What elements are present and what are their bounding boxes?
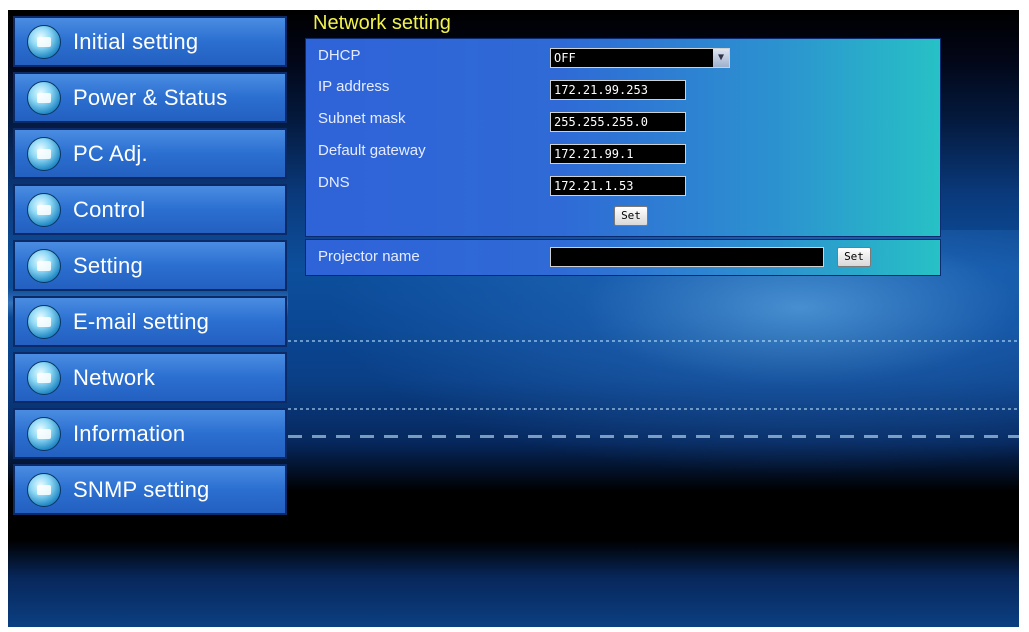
sidebar-item-label: Power & Status bbox=[73, 84, 228, 110]
network-icon bbox=[27, 360, 61, 395]
control-icon bbox=[27, 192, 61, 227]
sidebar-item-power-status[interactable]: Power & Status bbox=[13, 72, 287, 123]
ip-address-label: IP address bbox=[318, 78, 390, 95]
sidebar-item-information[interactable]: Information bbox=[13, 408, 287, 459]
setting-icon bbox=[27, 248, 61, 283]
sidebar-menu: Initial setting Power & Status PC Adj. C… bbox=[13, 16, 287, 520]
sidebar-item-label: E-mail setting bbox=[73, 308, 210, 334]
sidebar-item-snmp-setting[interactable]: SNMP setting bbox=[13, 464, 287, 515]
dhcp-select-value: OFF bbox=[554, 51, 576, 65]
sidebar-item-pc-adj[interactable]: PC Adj. bbox=[13, 128, 287, 179]
set-button[interactable]: Set bbox=[614, 206, 648, 226]
sidebar-item-label: Control bbox=[73, 196, 146, 222]
sidebar-item-initial-setting[interactable]: Initial setting bbox=[13, 16, 287, 67]
dns-field[interactable]: 172.21.1.53 bbox=[550, 176, 686, 196]
information-icon bbox=[27, 416, 61, 451]
email-icon bbox=[27, 304, 61, 339]
dhcp-select[interactable]: OFF ▼ bbox=[550, 48, 730, 68]
sidebar-item-label: SNMP setting bbox=[73, 476, 210, 502]
ip-address-field[interactable]: 172.21.99.253 bbox=[550, 80, 686, 100]
projector-name-field[interactable] bbox=[550, 247, 824, 267]
subnet-mask-label: Subnet mask bbox=[318, 110, 406, 127]
page-title: Network setting bbox=[313, 12, 451, 34]
sidebar-item-label: Information bbox=[73, 420, 186, 446]
dhcp-label: DHCP bbox=[318, 47, 361, 64]
pc-adj-icon bbox=[27, 136, 61, 171]
dns-label: DNS bbox=[318, 174, 350, 191]
background-dot-line bbox=[288, 340, 1019, 342]
sidebar-item-email-setting[interactable]: E-mail setting bbox=[13, 296, 287, 347]
projector-name-set-button[interactable]: Set bbox=[837, 247, 871, 267]
projector-name-panel: Projector name Set bbox=[305, 239, 941, 276]
projector-name-label: Projector name bbox=[318, 248, 420, 265]
chevron-down-icon[interactable]: ▼ bbox=[713, 49, 729, 67]
background-dash-line bbox=[288, 435, 1019, 438]
default-gateway-field[interactable]: 172.21.99.1 bbox=[550, 144, 686, 164]
sidebar-item-control[interactable]: Control bbox=[13, 184, 287, 235]
snmp-icon bbox=[27, 472, 61, 507]
sidebar-item-label: Setting bbox=[73, 252, 143, 278]
sidebar-item-label: Initial setting bbox=[73, 28, 199, 54]
power-status-icon bbox=[27, 80, 61, 115]
default-gateway-label: Default gateway bbox=[318, 142, 426, 159]
network-settings-panel: DHCP OFF ▼ IP address 172.21.99.253 Subn… bbox=[305, 38, 941, 237]
subnet-mask-field[interactable]: 255.255.255.0 bbox=[550, 112, 686, 132]
initial-setting-icon bbox=[27, 24, 61, 59]
sidebar-item-network[interactable]: Network bbox=[13, 352, 287, 403]
sidebar-item-setting[interactable]: Setting bbox=[13, 240, 287, 291]
sidebar-item-label: Network bbox=[73, 364, 156, 390]
background-dot-line bbox=[288, 408, 1019, 410]
sidebar-item-label: PC Adj. bbox=[73, 140, 148, 166]
